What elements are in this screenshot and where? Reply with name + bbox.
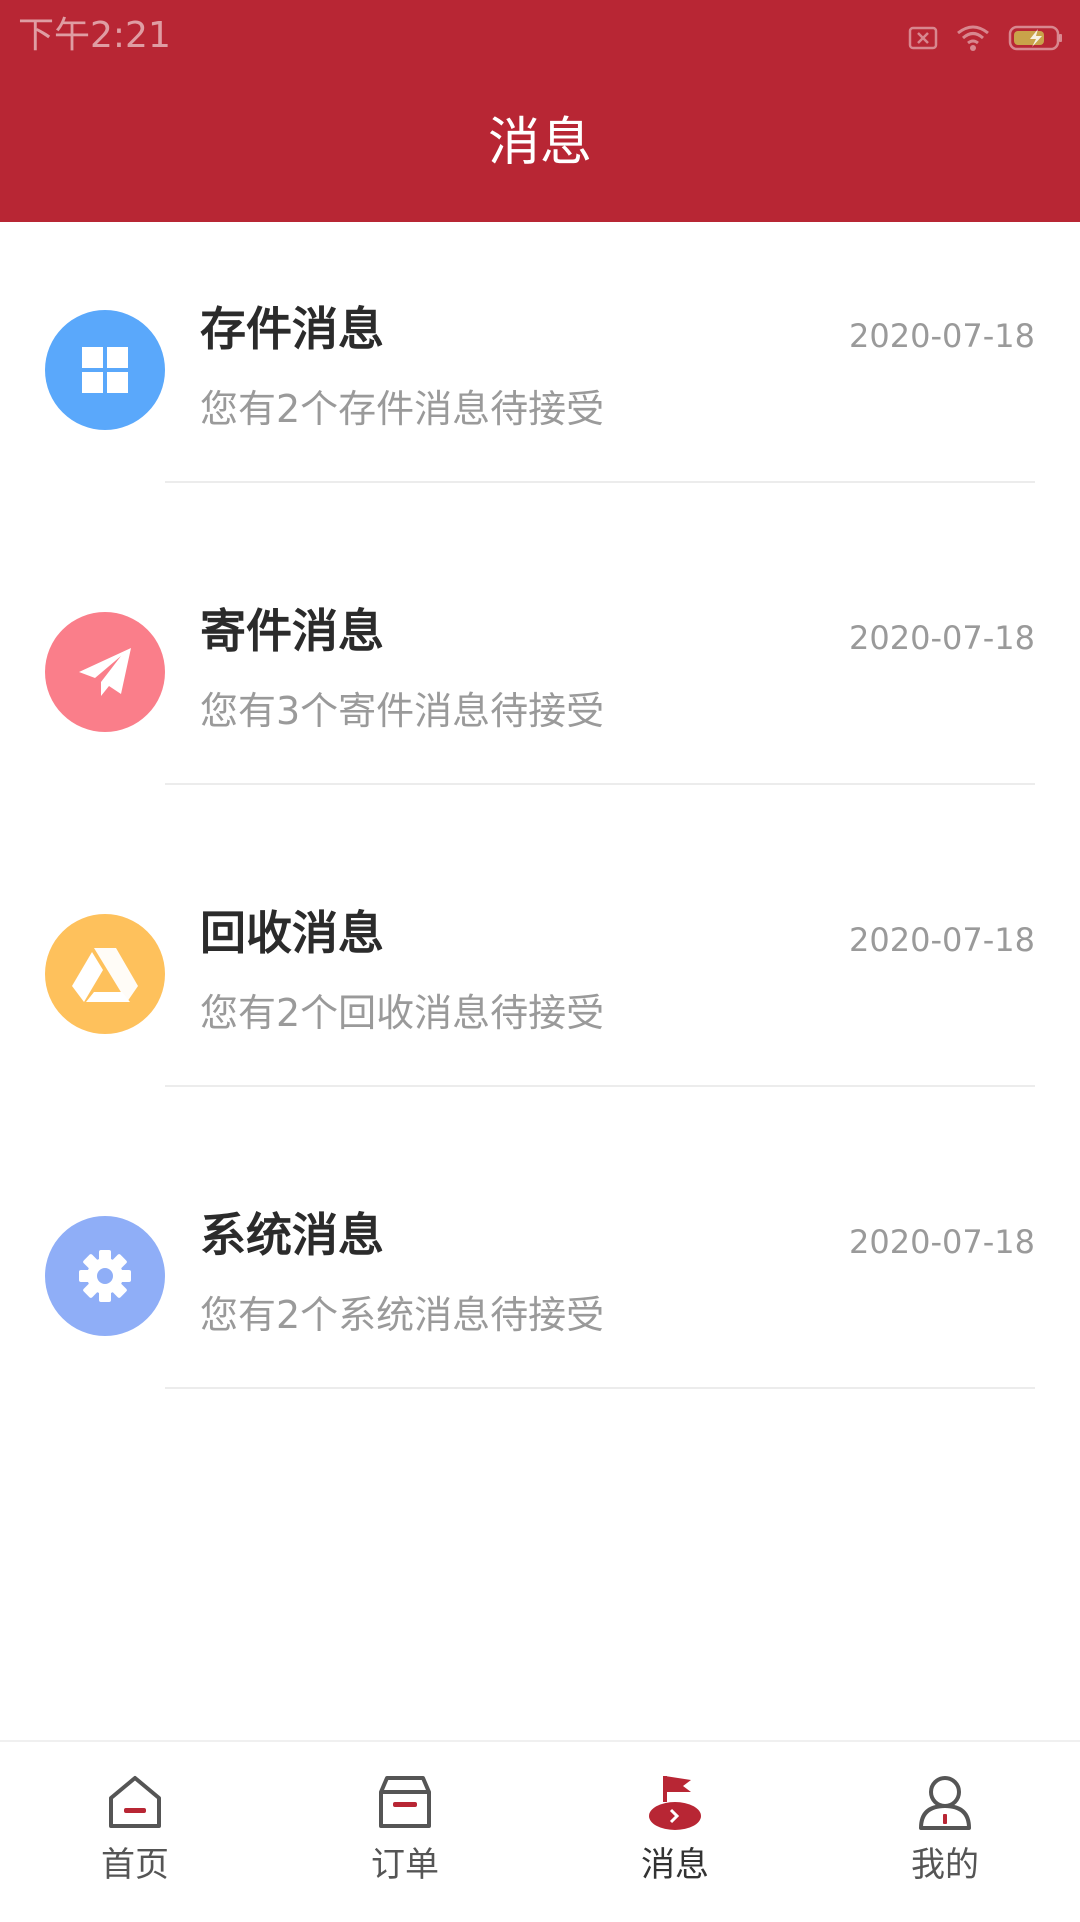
bottom-tab-bar: 首页 订单 消息 我的	[0, 1740, 1080, 1922]
divider	[165, 481, 1035, 483]
divider	[165, 783, 1035, 785]
triangle-logo-icon	[45, 914, 165, 1034]
gear-icon	[45, 1216, 165, 1336]
message-date: 2020-07-18	[849, 1223, 1035, 1261]
page-title: 消息	[487, 113, 592, 173]
divider	[165, 1387, 1035, 1389]
tab-label: 订单	[371, 1845, 439, 1885]
message-list: 存件消息 2020-07-18 您有2个存件消息待接受 寄件消息 2020-07…	[0, 222, 1080, 1430]
tab-home[interactable]: 首页	[0, 1742, 270, 1922]
paper-plane-icon	[45, 612, 165, 732]
message-item-system[interactable]: 系统消息 2020-07-18 您有2个系统消息待接受	[0, 1128, 1080, 1430]
home-icon	[105, 1772, 165, 1832]
battery-charging-icon	[1008, 24, 1064, 52]
sim-off-icon	[908, 26, 938, 50]
tab-orders[interactable]: 订单	[270, 1742, 540, 1922]
divider	[165, 1085, 1035, 1087]
message-description: 您有3个寄件消息待接受	[200, 689, 605, 733]
message-title: 系统消息	[200, 1208, 384, 1262]
message-item-send[interactable]: 寄件消息 2020-07-18 您有3个寄件消息待接受	[0, 524, 1080, 826]
status-time: 下午2:21	[18, 15, 171, 56]
order-box-icon	[375, 1772, 435, 1832]
tab-label: 首页	[101, 1845, 169, 1885]
header-bar: 下午2:21 消息	[0, 0, 1080, 222]
profile-icon	[915, 1772, 975, 1832]
status-icons	[908, 18, 1064, 58]
tab-label: 消息	[641, 1845, 709, 1885]
tab-profile[interactable]: 我的	[810, 1742, 1080, 1922]
grid-icon	[45, 310, 165, 430]
message-description: 您有2个系统消息待接受	[200, 1293, 605, 1337]
message-date: 2020-07-18	[849, 619, 1035, 657]
message-description: 您有2个存件消息待接受	[200, 387, 605, 431]
message-item-storage[interactable]: 存件消息 2020-07-18 您有2个存件消息待接受	[0, 222, 1080, 524]
message-date: 2020-07-18	[849, 317, 1035, 355]
message-date: 2020-07-18	[849, 921, 1035, 959]
message-flag-icon	[645, 1772, 705, 1832]
tab-messages[interactable]: 消息	[540, 1742, 810, 1922]
tab-label: 我的	[911, 1845, 979, 1885]
message-description: 您有2个回收消息待接受	[200, 991, 605, 1035]
message-title: 回收消息	[200, 906, 384, 960]
message-title: 寄件消息	[200, 604, 384, 658]
wifi-icon	[956, 24, 990, 52]
message-title: 存件消息	[200, 302, 384, 356]
message-item-recycle[interactable]: 回收消息 2020-07-18 您有2个回收消息待接受	[0, 826, 1080, 1128]
